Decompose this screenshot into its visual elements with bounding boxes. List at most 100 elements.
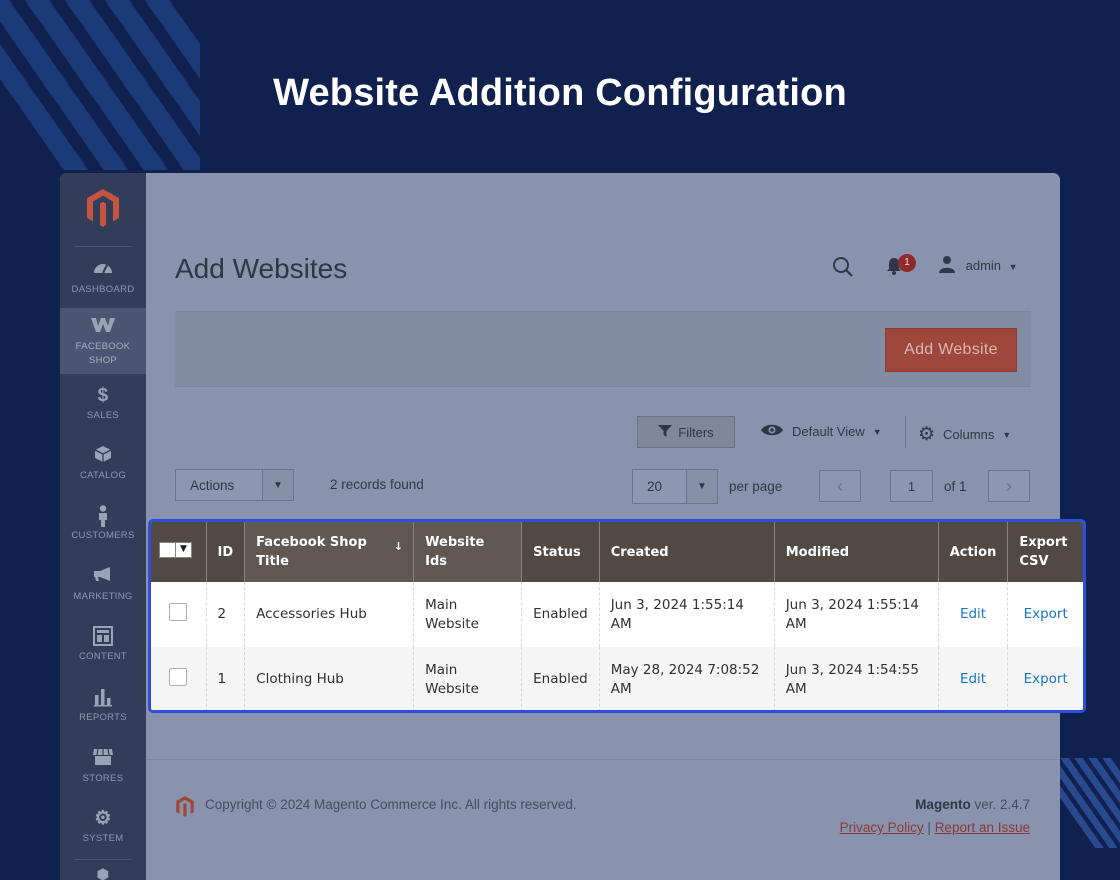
sidebar-item-customers[interactable]: CUSTOMERS — [60, 505, 146, 549]
version-number: ver. 2.4.7 — [974, 797, 1030, 812]
column-header-export-csv: Export CSV — [1007, 522, 1083, 582]
copyright-text: Copyright © 2024 Magento Commerce Inc. A… — [205, 797, 577, 812]
sidebar-item-label: CUSTOMERS — [71, 530, 135, 541]
sidebar-item-label: SALES — [86, 410, 120, 421]
sort-arrow-icon: ↓ — [393, 540, 404, 553]
store-icon — [60, 748, 146, 770]
footer-links: Privacy Policy | Report an Issue — [840, 820, 1030, 835]
sidebar-item-label: FACEBOOK SHOP — [75, 341, 131, 366]
sidebar-item-extensions[interactable]: ⬢ — [60, 867, 146, 880]
sidebar-item-label: CATALOG — [79, 470, 127, 481]
caret-down-icon: ▼ — [262, 470, 293, 500]
caret-down-icon: ▼ — [1002, 429, 1012, 440]
cell-modified: Jun 3, 2024 1:54:55 AM — [774, 647, 939, 710]
column-header-title[interactable]: Facebook Shop Title ↓ — [244, 522, 415, 582]
box-icon — [60, 445, 146, 467]
admin-username: admin — [965, 258, 1002, 273]
column-header-modified[interactable]: Modified — [774, 522, 939, 582]
gear-icon: ⚙ — [918, 424, 936, 445]
cell-title: Clothing Hub — [244, 647, 415, 710]
export-link[interactable]: Export — [1008, 582, 1083, 647]
search-icon[interactable] — [832, 256, 854, 283]
previous-page-button[interactable]: ‹ — [819, 470, 861, 502]
user-icon — [938, 256, 956, 273]
table-row: 2 Accessories Hub Main Website Enabled J… — [151, 582, 1083, 647]
column-title-label: Facebook Shop Title — [256, 535, 367, 569]
cell-website-ids: Main Website — [413, 647, 523, 710]
sidebar-item-facebook-shop[interactable]: FACEBOOK SHOP — [60, 308, 146, 374]
decor-stripes-bottom-right — [1058, 758, 1120, 848]
sidebar-item-label: DASHBOARD — [71, 284, 135, 295]
funnel-icon — [658, 424, 673, 441]
brand-name: Magento — [915, 797, 971, 812]
layout-icon — [60, 626, 146, 648]
mass-select-checkbox[interactable]: ▼ — [159, 541, 192, 558]
column-header-id[interactable]: ID — [206, 522, 246, 582]
admin-sidebar: DASHBOARD FACEBOOK SHOP $ SALES CATALOG … — [60, 173, 146, 880]
table-header-row: ▼ ID Facebook Shop Title ↓ Website Ids S… — [151, 522, 1083, 582]
magento-logo-icon[interactable] — [60, 187, 146, 234]
megaphone-icon — [60, 566, 146, 588]
row-checkbox[interactable] — [169, 667, 188, 686]
caret-down-icon: ▼ — [175, 542, 191, 557]
cell-title: Accessories Hub — [244, 582, 415, 647]
sidebar-item-content[interactable]: CONTENT — [60, 626, 146, 670]
facebook-shop-icon — [60, 316, 146, 338]
banner-title: Website Addition Configuration — [273, 72, 847, 114]
cell-modified: Jun 3, 2024 1:55:14 AM — [774, 582, 939, 647]
sidebar-item-label: CONTENT — [78, 651, 127, 662]
sidebar-item-stores[interactable]: STORES — [60, 748, 146, 792]
sidebar-item-marketing[interactable]: MARKETING — [60, 566, 146, 610]
edit-link[interactable]: Edit — [938, 582, 1009, 647]
sidebar-item-sales[interactable]: $ SALES — [60, 385, 146, 429]
default-view-label: Default View — [792, 424, 865, 439]
columns-dropdown[interactable]: ⚙ Columns ▼ — [918, 423, 1011, 446]
cell-id: 1 — [206, 647, 246, 710]
websites-grid: ▼ ID Facebook Shop Title ↓ Website Ids S… — [148, 519, 1086, 713]
sidebar-item-system[interactable]: ⚙ SYSTEM — [60, 808, 146, 852]
add-website-button[interactable]: Add Website — [885, 328, 1017, 372]
table-row: 1 Clothing Hub Main Website Enabled May … — [151, 647, 1083, 710]
cube-icon: ⬢ — [96, 866, 110, 880]
mass-actions-label: Actions — [190, 478, 235, 493]
mass-actions-select[interactable]: Actions ▼ — [175, 469, 294, 501]
sidebar-item-label: SYSTEM — [82, 833, 124, 844]
footer-link-separator: | — [927, 820, 931, 835]
records-found-text: 2 records found — [330, 477, 424, 492]
per-page-select[interactable]: 20 ▼ — [632, 469, 718, 504]
cell-created: Jun 3, 2024 1:55:14 AM — [599, 582, 775, 647]
next-page-button[interactable]: › — [988, 470, 1030, 502]
page-number-input[interactable]: 1 — [890, 470, 933, 502]
row-select-cell — [151, 582, 207, 647]
privacy-policy-link[interactable]: Privacy Policy — [840, 820, 924, 835]
notification-count-badge[interactable]: 1 — [898, 254, 916, 272]
cell-id: 2 — [206, 582, 246, 647]
sidebar-item-reports[interactable]: REPORTS — [60, 687, 146, 731]
filters-label: Filters — [678, 424, 714, 440]
sidebar-item-label: REPORTS — [79, 712, 127, 723]
sidebar-item-dashboard[interactable]: DASHBOARD — [60, 259, 146, 303]
column-header-website-ids[interactable]: Website Ids — [413, 522, 523, 582]
admin-user-menu[interactable]: admin ▼ — [938, 255, 1018, 273]
filters-button[interactable]: Filters — [637, 416, 735, 448]
cell-status: Enabled — [521, 647, 600, 710]
sidebar-item-label: STORES — [82, 773, 124, 784]
column-header-created[interactable]: Created — [599, 522, 775, 582]
page-actions-bar: Add Website — [175, 311, 1031, 387]
mass-select-header[interactable]: ▼ — [151, 522, 207, 582]
row-checkbox[interactable] — [169, 602, 188, 621]
chevron-down-icon: ▼ — [1008, 262, 1018, 272]
report-issue-link[interactable]: Report an Issue — [935, 820, 1030, 835]
sidebar-item-catalog[interactable]: CATALOG — [60, 445, 146, 489]
default-view-dropdown[interactable]: Default View ▼ — [760, 423, 882, 440]
magento-footer-logo-icon — [175, 795, 195, 823]
admin-footer: Copyright © 2024 Magento Commerce Inc. A… — [146, 759, 1060, 880]
column-header-status[interactable]: Status — [521, 522, 600, 582]
sidebar-item-label: MARKETING — [73, 591, 133, 602]
dollar-icon: $ — [97, 385, 109, 406]
caret-down-icon: ▼ — [686, 470, 717, 503]
edit-link[interactable]: Edit — [938, 647, 1009, 710]
export-link[interactable]: Export — [1007, 647, 1083, 710]
cell-status: Enabled — [521, 582, 600, 647]
dashboard-icon — [60, 259, 146, 281]
